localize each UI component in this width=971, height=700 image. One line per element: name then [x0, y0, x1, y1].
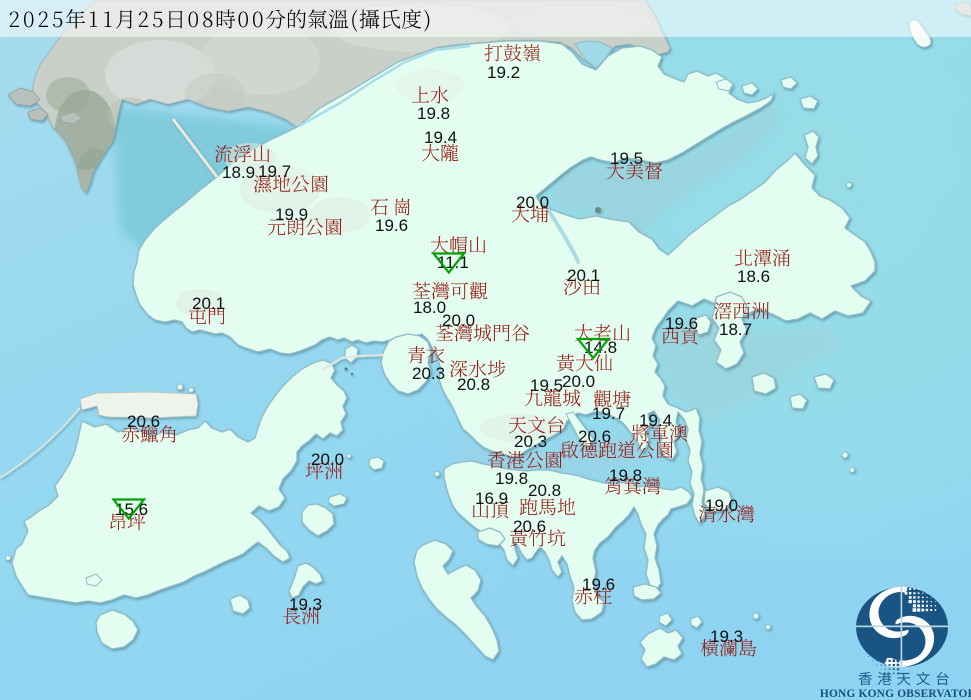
- svg-text:20.3: 20.3: [514, 432, 547, 451]
- svg-text:20.8: 20.8: [528, 481, 561, 500]
- svg-text:HONG KONG OBSERVATORY: HONG KONG OBSERVATORY: [820, 688, 971, 700]
- svg-text:20.3: 20.3: [412, 364, 445, 383]
- svg-text:19.0: 19.0: [705, 496, 738, 515]
- svg-text:20.0: 20.0: [311, 450, 344, 469]
- svg-text:19.6: 19.6: [582, 575, 615, 594]
- svg-text:19.6: 19.6: [665, 314, 698, 333]
- svg-text:20.0: 20.0: [562, 372, 595, 391]
- svg-text:19.5: 19.5: [530, 376, 563, 395]
- svg-text:19.4: 19.4: [639, 411, 672, 430]
- svg-text:19.5: 19.5: [610, 149, 643, 168]
- svg-text:16.9: 16.9: [475, 489, 508, 508]
- svg-text:19.3: 19.3: [289, 595, 322, 614]
- svg-text:20.6: 20.6: [513, 517, 546, 536]
- svg-text:19.6: 19.6: [375, 216, 408, 235]
- svg-text:20.0: 20.0: [516, 193, 549, 212]
- svg-text:19.4: 19.4: [424, 128, 457, 147]
- svg-text:19.7: 19.7: [592, 404, 625, 423]
- svg-text:18.9: 18.9: [222, 163, 255, 182]
- svg-text:19.8: 19.8: [495, 469, 528, 488]
- svg-text:19.3: 19.3: [710, 627, 743, 646]
- svg-text:20.6: 20.6: [127, 412, 160, 431]
- svg-text:20.0: 20.0: [442, 311, 475, 330]
- svg-text:19.7: 19.7: [258, 162, 291, 181]
- svg-text:18.6: 18.6: [737, 267, 770, 286]
- svg-text:20.6: 20.6: [578, 427, 611, 446]
- svg-text:20.1: 20.1: [567, 266, 600, 285]
- svg-text:20.8: 20.8: [457, 375, 490, 394]
- svg-text:19.8: 19.8: [609, 466, 642, 485]
- svg-text:19.9: 19.9: [275, 205, 308, 224]
- svg-text:19.8: 19.8: [417, 104, 450, 123]
- svg-text:18.7: 18.7: [719, 320, 752, 339]
- svg-text:19.2: 19.2: [487, 63, 520, 82]
- svg-text:20.1: 20.1: [192, 294, 225, 313]
